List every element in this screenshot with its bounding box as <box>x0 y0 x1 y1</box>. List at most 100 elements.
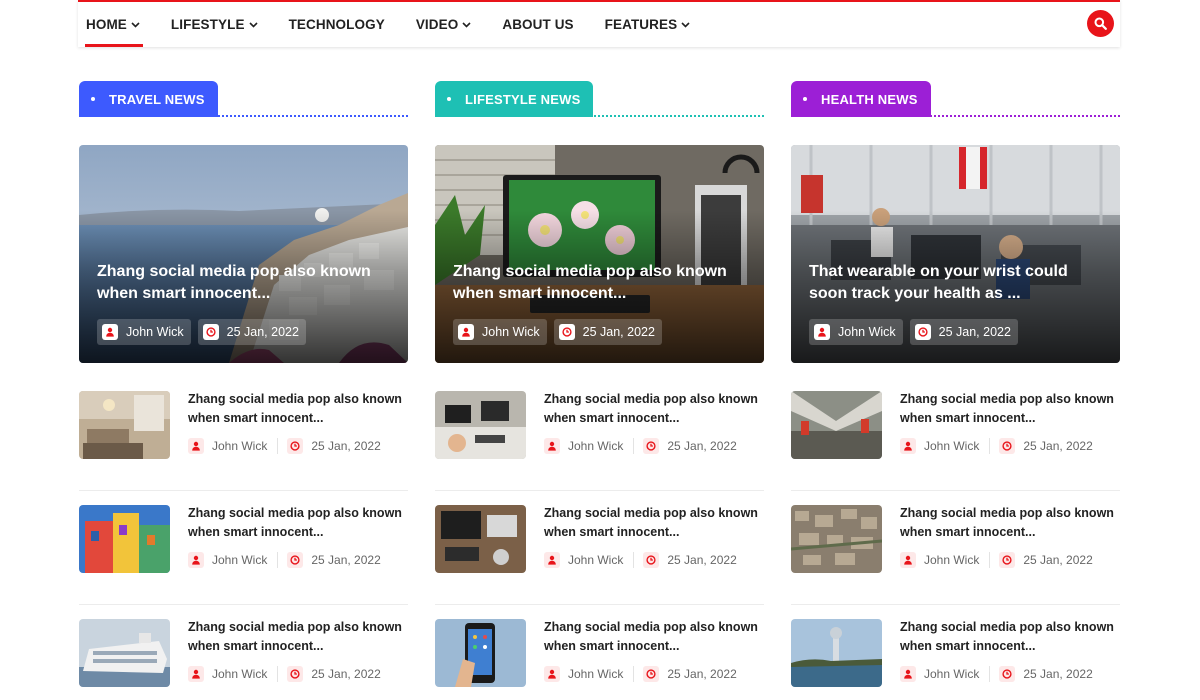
clock-icon <box>287 438 304 454</box>
post-date: 25 Jan, 2022 <box>311 439 381 453</box>
featured-title[interactable]: Zhang social media pop also known when s… <box>97 261 386 305</box>
meta-divider <box>989 666 991 682</box>
category-label: LIFESTYLE NEWS <box>465 91 581 107</box>
bullet-icon <box>803 97 807 101</box>
thumbnail[interactable] <box>79 391 170 459</box>
nav-item-about-us[interactable]: ABOUT US <box>502 2 573 47</box>
lifestyle-news-column: LIFESTYLE NEWS Zhang social media pop al… <box>435 81 764 700</box>
meta-divider <box>633 438 635 454</box>
thumbnail[interactable] <box>79 619 170 687</box>
featured-meta: John Wick 25 Jan, 2022 <box>809 319 1025 345</box>
article-title[interactable]: Zhang social media pop also known when s… <box>188 504 408 542</box>
thumbnail[interactable] <box>435 391 526 459</box>
article-title[interactable]: Zhang social media pop also known when s… <box>900 390 1120 428</box>
article-title[interactable]: Zhang social media pop also known when s… <box>544 618 764 656</box>
author-name[interactable]: John Wick <box>924 667 979 681</box>
chevron-down-icon <box>248 21 258 28</box>
list-item[interactable]: Zhang social media pop also known when s… <box>435 505 764 605</box>
article-title[interactable]: Zhang social media pop also known when s… <box>188 390 408 428</box>
list-item[interactable]: Zhang social media pop also known when s… <box>791 391 1120 491</box>
meta-divider <box>989 438 991 454</box>
author-name[interactable]: John Wick <box>212 439 267 453</box>
article-title[interactable]: Zhang social media pop also known when s… <box>544 504 764 542</box>
author-name[interactable]: John Wick <box>568 667 623 681</box>
thumbnail-image <box>435 619 526 687</box>
date-badge: 25 Jan, 2022 <box>553 319 662 345</box>
featured-title[interactable]: Zhang social media pop also known when s… <box>453 261 742 305</box>
user-icon <box>814 324 830 340</box>
meta-divider <box>633 666 635 682</box>
meta-divider <box>989 552 991 568</box>
nav-item-technology[interactable]: TECHNOLOGY <box>289 2 385 47</box>
article-title[interactable]: Zhang social media pop also known when s… <box>188 618 408 656</box>
thumbnail-image <box>79 505 170 573</box>
meta-divider <box>277 438 279 454</box>
author-name[interactable]: John Wick <box>212 553 267 567</box>
thumbnail[interactable] <box>791 391 882 459</box>
main-nav: HOME LIFESTYLE TECHNOLOGY VIDEO ABOUT US… <box>78 0 1120 47</box>
clock-icon <box>999 438 1016 454</box>
article-list: Zhang social media pop also known when s… <box>435 391 764 700</box>
list-item[interactable]: Zhang social media pop also known when s… <box>791 619 1120 700</box>
clock-icon <box>202 324 219 340</box>
featured-article[interactable]: That wearable on your wrist could soon t… <box>791 145 1120 363</box>
clock-icon <box>643 552 660 568</box>
meta-divider <box>277 552 279 568</box>
list-item[interactable]: Zhang social media pop also known when s… <box>79 391 408 491</box>
article-meta: John Wick 25 Jan, 2022 <box>900 666 1120 682</box>
author-name[interactable]: John Wick <box>924 439 979 453</box>
author-badge[interactable]: John Wick <box>453 319 547 345</box>
category-tab-health[interactable]: HEALTH NEWS <box>791 81 931 117</box>
nav-item-video[interactable]: VIDEO <box>416 2 472 47</box>
thumbnail[interactable] <box>435 619 526 687</box>
list-item[interactable]: Zhang social media pop also known when s… <box>435 391 764 491</box>
author-name[interactable]: John Wick <box>212 667 267 681</box>
thumbnail[interactable] <box>435 505 526 573</box>
category-header: TRAVEL NEWS <box>79 81 408 117</box>
user-icon <box>188 552 204 568</box>
post-date: 25 Jan, 2022 <box>667 667 737 681</box>
featured-title[interactable]: That wearable on your wrist could soon t… <box>809 261 1098 305</box>
user-icon <box>900 666 916 682</box>
post-date: 25 Jan, 2022 <box>311 667 381 681</box>
thumbnail[interactable] <box>79 505 170 573</box>
thumbnail-image <box>791 391 882 459</box>
thumbnail-image <box>435 505 526 573</box>
thumbnail[interactable] <box>791 619 882 687</box>
author-name[interactable]: John Wick <box>568 439 623 453</box>
user-icon <box>900 438 916 454</box>
clock-icon <box>287 552 304 568</box>
list-item[interactable]: Zhang social media pop also known when s… <box>79 505 408 605</box>
article-title[interactable]: Zhang social media pop also known when s… <box>544 390 764 428</box>
article-meta: John Wick 25 Jan, 2022 <box>544 666 764 682</box>
post-date: 25 Jan, 2022 <box>1023 667 1093 681</box>
category-divider <box>79 115 408 117</box>
list-item[interactable]: Zhang social media pop also known when s… <box>435 619 764 700</box>
category-tab-lifestyle[interactable]: LIFESTYLE NEWS <box>435 81 594 117</box>
search-icon <box>1094 17 1107 30</box>
author-badge[interactable]: John Wick <box>97 319 191 345</box>
nav-item-home[interactable]: HOME <box>85 2 143 47</box>
featured-article[interactable]: Zhang social media pop also known when s… <box>79 145 408 363</box>
nav-label: HOME <box>86 17 127 32</box>
author-name[interactable]: John Wick <box>568 553 623 567</box>
user-icon <box>458 324 474 340</box>
nav-item-features[interactable]: FEATURES <box>605 2 691 47</box>
nav-item-lifestyle[interactable]: LIFESTYLE <box>171 2 258 47</box>
thumbnail-image <box>79 619 170 687</box>
meta-divider <box>277 666 279 682</box>
article-title[interactable]: Zhang social media pop also known when s… <box>900 618 1120 656</box>
category-tab-travel[interactable]: TRAVEL NEWS <box>79 81 218 117</box>
clock-icon <box>287 666 304 682</box>
category-divider <box>791 115 1120 117</box>
article-title[interactable]: Zhang social media pop also known when s… <box>900 504 1120 542</box>
author-badge[interactable]: John Wick <box>809 319 903 345</box>
thumbnail[interactable] <box>791 505 882 573</box>
search-button[interactable] <box>1087 10 1114 37</box>
featured-article[interactable]: Zhang social media pop also known when s… <box>435 145 764 363</box>
list-item[interactable]: Zhang social media pop also known when s… <box>791 505 1120 605</box>
date-badge: 25 Jan, 2022 <box>909 319 1018 345</box>
list-item[interactable]: Zhang social media pop also known when s… <box>79 619 408 700</box>
nav-label: FEATURES <box>604 17 678 32</box>
author-name[interactable]: John Wick <box>924 553 979 567</box>
